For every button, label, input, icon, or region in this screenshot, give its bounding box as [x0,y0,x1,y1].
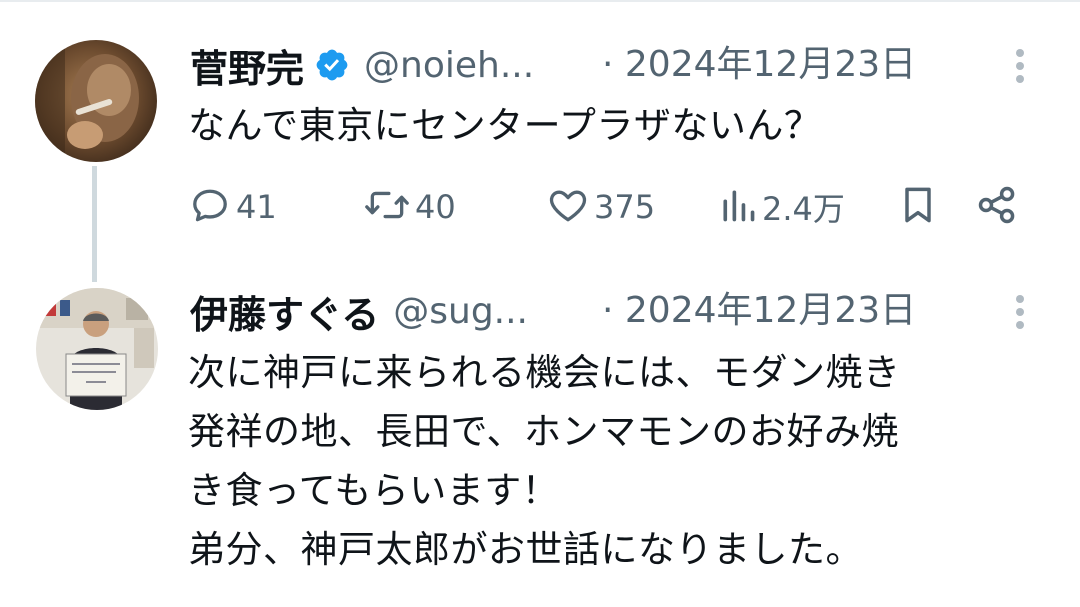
author-name[interactable]: 伊藤すぐる [190,284,379,339]
thread-connector-line [92,166,97,282]
tweet-text: なんで東京にセンタープラザないん？ [188,104,822,147]
tweet-date[interactable]: · 2024年12月23日 [602,38,916,92]
avatar-photo [35,40,157,162]
reply-count: 41 [236,188,277,226]
more-vertical-icon[interactable] [1006,46,1034,86]
tweet-date[interactable]: · 2024年12月23日 [602,284,916,338]
retweet-count: 40 [415,188,456,226]
reply-icon [188,183,232,231]
retweet-icon [363,183,411,231]
bookmark-icon [896,183,940,231]
tweet1-header: 菅野完 @noieh... [190,38,534,92]
share-button[interactable] [974,180,1020,234]
author-handle[interactable]: @sug... [393,291,528,332]
views-chart-icon [718,183,758,231]
more-vertical-icon[interactable] [1006,292,1034,332]
retweet-button[interactable]: 40 [363,180,456,234]
like-count: 375 [594,188,656,226]
like-button[interactable]: 375 [546,180,655,234]
heart-icon [546,183,590,231]
views-button[interactable]: 2.4万 [718,180,845,234]
top-divider [0,0,1080,2]
avatar-ito[interactable] [36,288,158,410]
bookmark-button[interactable] [896,180,940,234]
author-name[interactable]: 菅野完 [190,38,304,93]
verified-badge-icon [314,47,350,83]
avatar-kanno[interactable] [35,40,157,162]
avatar-photo [36,288,158,410]
share-icon [974,183,1020,231]
reply-button[interactable]: 41 [188,180,277,234]
author-handle[interactable]: @noieh... [364,45,534,86]
tweet-actions-bar: 41 40 375 2.4万 [188,180,1038,234]
tweet-text: 次に神戸に来られる機会には、モダン焼き 発祥の地、長田で、ホンマモンのお好み焼 … [188,351,901,571]
tweet2-header: 伊藤すぐる @sug... [190,284,528,338]
views-count: 2.4万 [762,190,845,228]
